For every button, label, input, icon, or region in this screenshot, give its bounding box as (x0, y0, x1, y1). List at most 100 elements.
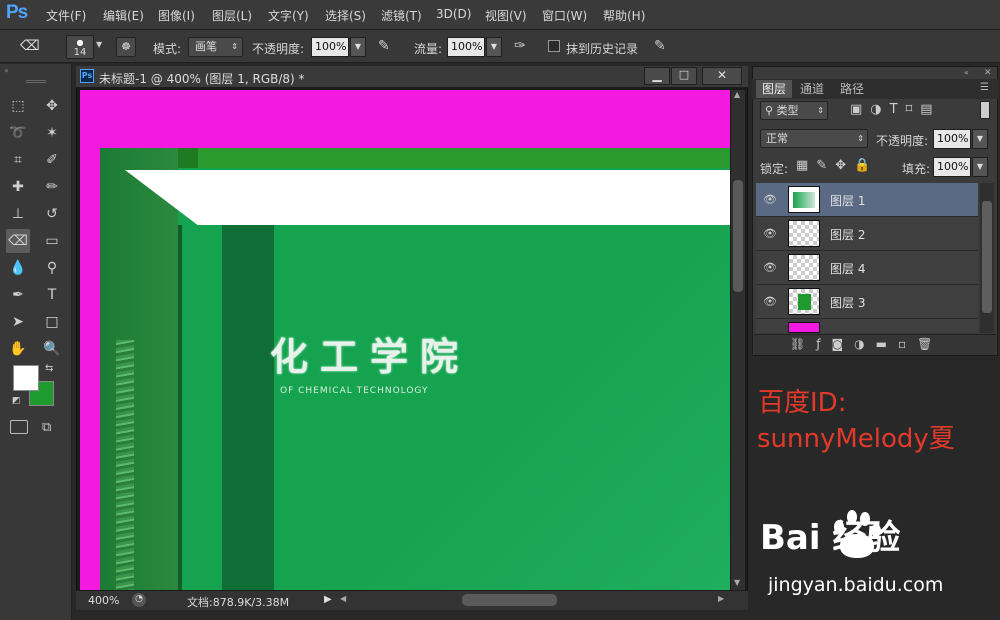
flow-input[interactable]: 100% (447, 37, 485, 57)
lasso-tool-icon[interactable]: ➰ (6, 121, 30, 145)
layer-row-4[interactable]: 👁 图层 4 (756, 251, 978, 285)
path-selection-tool-icon[interactable]: ➤ (6, 310, 30, 334)
marquee-tool-icon[interactable]: ⬚ (6, 94, 30, 118)
magic-wand-tool-icon[interactable]: ✶ (40, 121, 64, 145)
mode-select[interactable]: 画笔 ⇕ (188, 37, 243, 57)
eye-icon[interactable]: 👁 (763, 295, 777, 309)
brush-tool-icon[interactable]: ✏ (40, 175, 64, 199)
maximize-icon[interactable]: □ (671, 67, 697, 85)
menu-edit[interactable]: 编辑(E) (103, 7, 144, 24)
foreground-color-swatch[interactable] (13, 365, 39, 391)
lock-transparency-icon[interactable]: ▦ (796, 158, 816, 173)
filter-shape-icon[interactable]: ⌑ (906, 102, 921, 117)
screen-mode-icon[interactable]: ⧉ (42, 420, 51, 435)
brush-size-picker[interactable]: ● 14 (66, 35, 94, 59)
pressure-opacity-icon[interactable]: ✎ (378, 38, 398, 58)
menu-image[interactable]: 图像(I) (158, 7, 195, 24)
menu-window[interactable]: 窗口(W) (542, 7, 587, 24)
fill-input[interactable]: 100% (933, 157, 971, 177)
delete-layer-icon[interactable]: 🗑 (917, 337, 943, 351)
eye-icon[interactable]: 👁 (763, 227, 777, 241)
layer-name[interactable]: 图层 1 (830, 192, 865, 209)
filter-icons[interactable]: ▣◑T⌑▤ (850, 102, 941, 117)
collapse-icon[interactable]: « (0, 66, 72, 76)
fx-icon[interactable]: ƒ (816, 337, 831, 351)
layer-name[interactable]: 图层 4 (830, 260, 865, 277)
close-icon[interactable]: ✕ (702, 67, 742, 85)
layer-name[interactable]: 图层 2 (830, 226, 865, 243)
lock-icons[interactable]: ▦✎✥🔒 (796, 158, 878, 173)
layers-scroll-thumb[interactable] (982, 201, 992, 313)
move-tool-icon[interactable]: ✥ (40, 94, 64, 118)
healing-brush-tool-icon[interactable]: ✚ (6, 175, 30, 199)
vertical-scrollbar[interactable]: ▲ ▼ (731, 90, 745, 590)
layer-row-partial[interactable] (756, 319, 978, 333)
info-icon[interactable]: ◔ (132, 593, 146, 607)
layer-row-2[interactable]: 👁 图层 2 (756, 217, 978, 251)
menu-3d[interactable]: 3D(D) (436, 7, 471, 21)
crop-tool-icon[interactable]: ⌗ (6, 148, 30, 172)
filter-adjust-icon[interactable]: ◑ (870, 102, 889, 117)
layer-filter-select[interactable]: ⚲ 类型 ⇕ (760, 101, 828, 120)
vertical-scroll-thumb[interactable] (733, 180, 743, 292)
new-group-icon[interactable]: ▬ (876, 337, 898, 351)
lock-all-icon[interactable]: 🔒 (854, 158, 878, 173)
horizontal-scroll-thumb[interactable] (462, 594, 557, 606)
history-brush-tool-icon[interactable]: ↺ (40, 202, 64, 226)
default-colors-icon[interactable]: ◩ (12, 396, 21, 406)
menu-help[interactable]: 帮助(H) (603, 7, 645, 24)
tab-layers[interactable]: 图层 (756, 80, 793, 98)
status-menu-icon[interactable]: ▶ (324, 594, 332, 605)
minimize-icon[interactable]: ▁ (644, 67, 670, 85)
flow-dropdown-icon[interactable]: ▼ (486, 37, 502, 57)
link-layers-icon[interactable]: ⛓ (790, 337, 816, 351)
menu-view[interactable]: 视图(V) (485, 7, 527, 24)
scroll-left-icon[interactable]: ◀ (340, 594, 346, 603)
document-tab[interactable]: Ps 未标题-1 @ 400% (图层 1, RGB/8) * ▁ □ ✕ (76, 66, 748, 88)
blend-mode-select[interactable]: 正常 ⇕ (760, 129, 868, 148)
gradient-tool-icon[interactable]: ▭ (40, 229, 64, 253)
zoom-level[interactable]: 400% (88, 594, 119, 607)
panel-close-icon[interactable]: ✕ (984, 68, 992, 78)
menu-file[interactable]: 文件(F) (46, 7, 86, 24)
brush-panel-icon[interactable]: ☸ (116, 37, 136, 57)
filter-pixel-icon[interactable]: ▣ (850, 102, 870, 117)
airbrush-icon[interactable]: ✑ (514, 38, 534, 58)
new-layer-icon[interactable]: ▫ (898, 337, 917, 351)
filter-smart-icon[interactable]: ▤ (920, 102, 940, 117)
scroll-right-icon[interactable]: ▶ (718, 594, 724, 603)
pen-tool-icon[interactable]: ✒ (6, 283, 30, 307)
adjustment-layer-icon[interactable]: ◑ (854, 337, 875, 351)
filter-type-icon[interactable]: T (890, 102, 906, 117)
dodge-tool-icon[interactable]: ⚲ (40, 256, 64, 280)
pressure-size-icon[interactable]: ✎ (654, 38, 674, 58)
tab-channels[interactable]: 通道 (794, 80, 830, 98)
swap-colors-icon[interactable]: ⇆ (45, 363, 53, 374)
image-canvas[interactable]: 化工学院 OF CHEMICAL TECHNOLOGY (80, 90, 730, 590)
lock-pixels-icon[interactable]: ✎ (816, 158, 835, 173)
menu-filter[interactable]: 滤镜(T) (381, 7, 422, 24)
lock-position-icon[interactable]: ✥ (835, 158, 854, 173)
layer-name[interactable]: 图层 3 (830, 294, 865, 311)
tab-paths[interactable]: 路径 (834, 80, 870, 98)
menu-layer[interactable]: 图层(L) (212, 7, 252, 24)
filter-toggle[interactable] (980, 101, 990, 119)
panel-menu-icon[interactable]: ☰ (980, 82, 989, 93)
layer-row-3[interactable]: 👁 图层 3 (756, 285, 978, 319)
blur-tool-icon[interactable]: 💧 (6, 256, 30, 280)
opacity-input[interactable]: 100% (311, 37, 349, 57)
eraser-preset-icon[interactable]: ⌫ (20, 38, 46, 56)
rectangle-tool-icon[interactable]: □ (40, 310, 64, 334)
eye-icon[interactable]: 👁 (763, 261, 777, 275)
layer-opacity-dropdown-icon[interactable]: ▼ (972, 129, 988, 149)
zoom-tool-icon[interactable]: 🔍 (40, 337, 64, 361)
scroll-up-icon[interactable]: ▲ (734, 90, 740, 99)
clone-stamp-tool-icon[interactable]: ⊥ (6, 202, 30, 226)
opacity-dropdown-icon[interactable]: ▼ (350, 37, 366, 57)
hand-tool-icon[interactable]: ✋ (6, 337, 30, 361)
quick-mask-icon[interactable] (10, 420, 28, 434)
layers-scrollbar[interactable] (980, 183, 994, 333)
fill-dropdown-icon[interactable]: ▼ (972, 157, 988, 177)
erase-history-checkbox[interactable] (548, 40, 560, 52)
add-mask-icon[interactable]: ◙ (831, 337, 854, 351)
